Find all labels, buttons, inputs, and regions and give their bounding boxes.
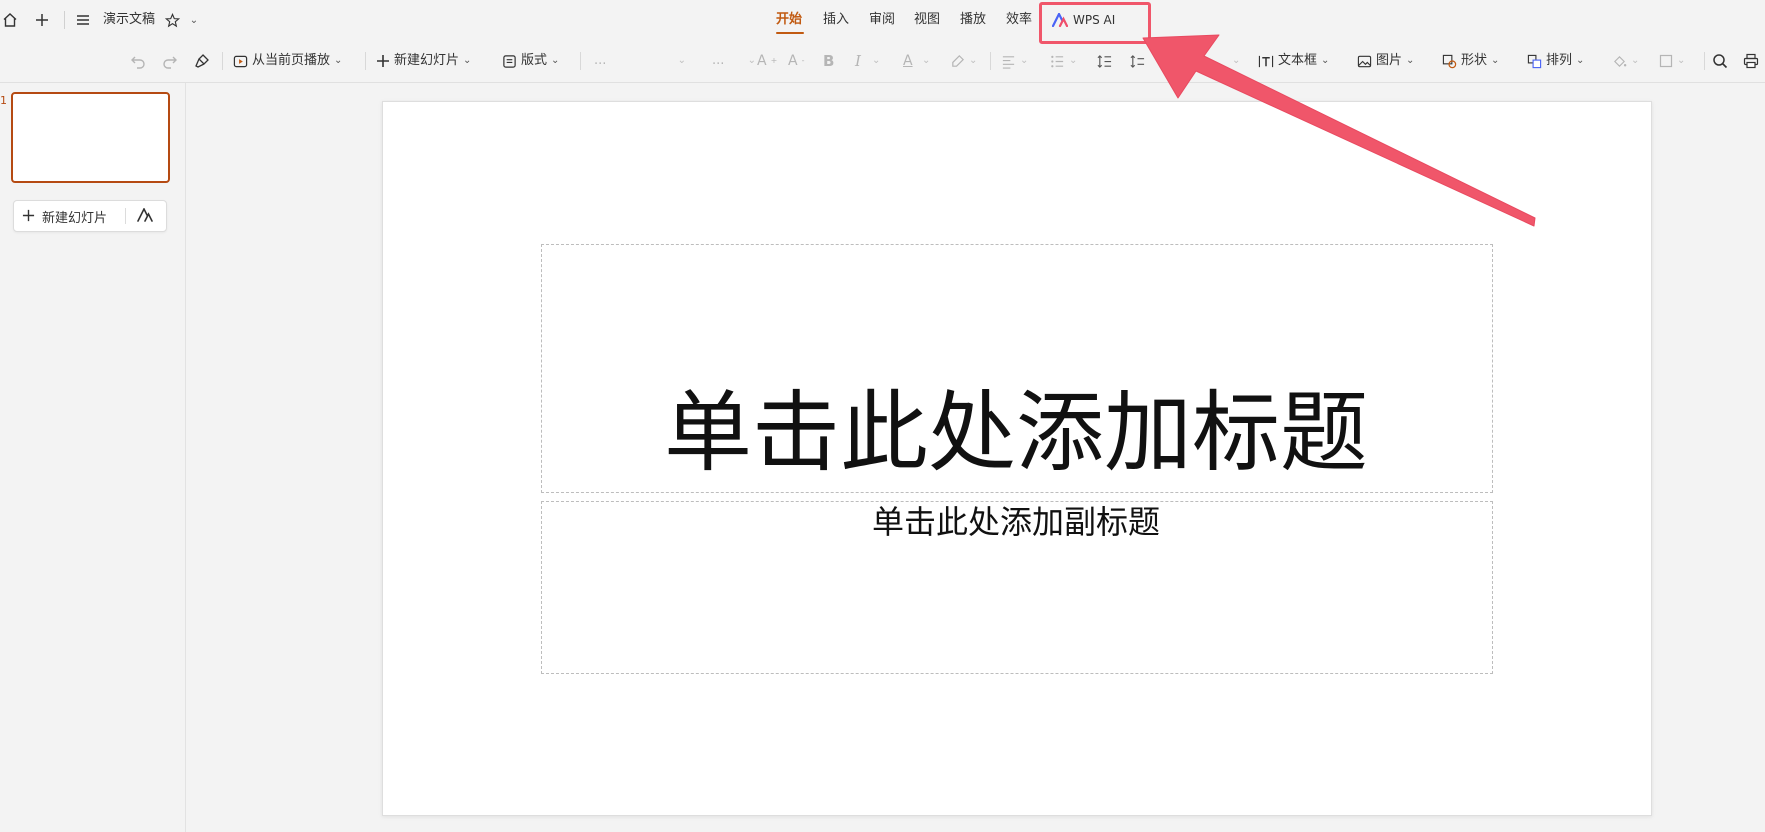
annotation-arrow bbox=[1142, 34, 1536, 227]
